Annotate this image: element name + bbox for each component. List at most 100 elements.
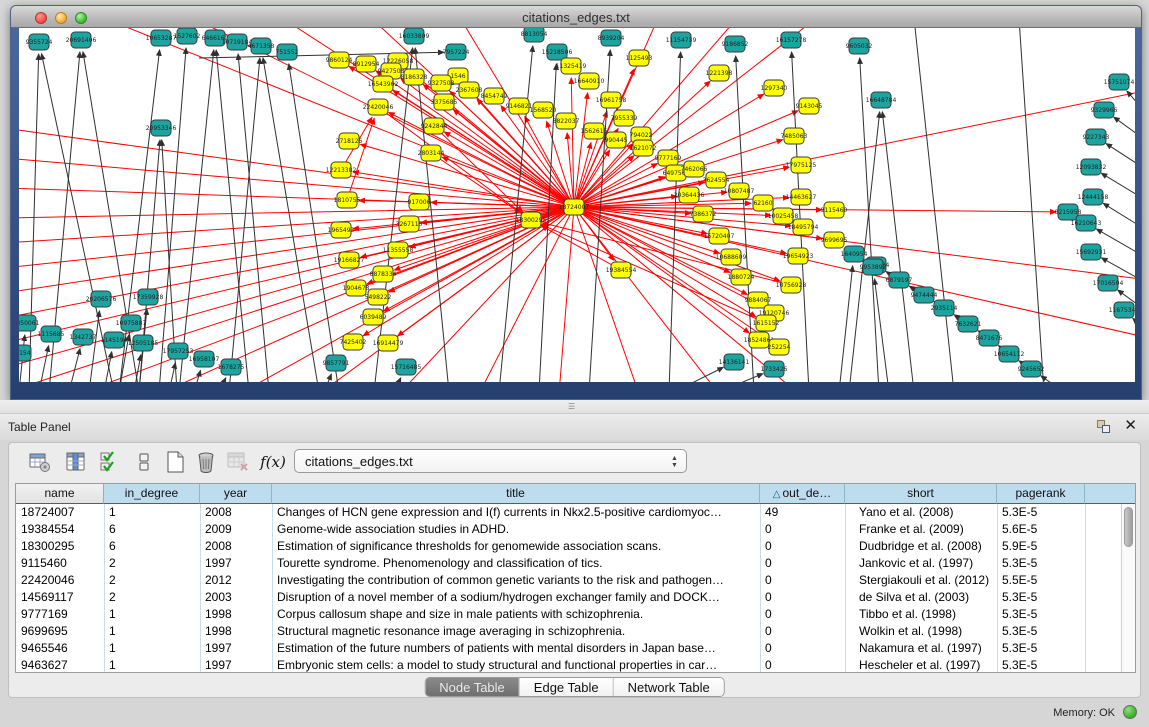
table-cell[interactable]: 0 [760,555,845,572]
column-header-title[interactable]: title [272,484,760,504]
table-cell[interactable]: Structural magnetic resonance image aver… [272,623,760,640]
table-cell[interactable]: 1 [104,657,200,673]
row-selection-button[interactable] [131,449,157,475]
table-cell[interactable]: 1998 [200,623,272,640]
table-cell[interactable]: 9777169 [16,606,104,623]
divider-grip-icon[interactable]: ☰ [568,403,578,410]
table-cell[interactable]: 5.3E-5 [997,555,1085,572]
table-cell[interactable]: 2008 [200,538,272,555]
table-cell[interactable]: Changes of HCN gene expression and I(f) … [272,504,760,521]
table-cell[interactable]: 2 [104,572,200,589]
table-cell[interactable]: 2009 [200,521,272,538]
network-canvas[interactable]: 9355724206914061065328715276026466160107… [19,28,1135,382]
table-cell[interactable]: 0 [760,657,845,673]
table-cell[interactable]: 2 [104,589,200,606]
table-cell[interactable]: 1 [104,606,200,623]
table-cell[interactable]: 5.3E-5 [997,623,1085,640]
table-cell[interactable]: Franke et al. (2009) [845,521,997,538]
table-cell[interactable]: 6 [104,538,200,555]
table-cell[interactable]: 9115460 [16,555,104,572]
table-cell[interactable]: 9465546 [16,640,104,657]
function-builder-button[interactable]: f(x) [260,449,286,475]
table-cell[interactable]: 0 [760,538,845,555]
table-cell[interactable]: 18724007 [16,504,104,521]
table-cell[interactable]: Tourette syndrome. Phenomenology and cla… [272,555,760,572]
table-cell[interactable]: 5.9E-5 [997,538,1085,555]
table-cell[interactable]: 0 [760,572,845,589]
column-header-pagerank[interactable]: pagerank [997,484,1085,504]
table-cell[interactable]: 9463627 [16,657,104,673]
table-cell[interactable]: Jankovic et al. (1997) [845,555,997,572]
table-cell[interactable]: 5.3E-5 [997,504,1085,521]
table-cell[interactable]: Hescheler et al. (1997) [845,657,997,673]
table-cell[interactable]: 2008 [200,504,272,521]
table-cell[interactable]: Tibbo et al. (1998) [845,606,997,623]
table-cell[interactable]: de Silva et al. (2003) [845,589,997,606]
table-cell[interactable]: 1997 [200,555,272,572]
attribute-table[interactable]: namein_degreeyeartitle△out_de…shortpager… [15,483,1136,673]
table-scrollbar[interactable] [1121,504,1135,672]
column-header-out_de[interactable]: △out_de… [760,484,845,504]
table-cell[interactable]: 0 [760,606,845,623]
table-cell[interactable]: 0 [760,640,845,657]
table-cell[interactable]: 1997 [200,657,272,673]
window-titlebar[interactable]: citations_edges.txt [11,6,1141,28]
table-cell[interactable]: 5.3E-5 [997,640,1085,657]
table-cell[interactable]: Investigating the contribution of common… [272,572,760,589]
table-settings-button[interactable] [27,449,53,475]
column-header-in_degree[interactable]: in_degree [104,484,200,504]
table-cell[interactable]: 1 [104,504,200,521]
table-cell[interactable]: Disruption of a novel member of a sodium… [272,589,760,606]
table-cell[interactable]: 0 [760,521,845,538]
tab-node-table[interactable]: Node Table [425,678,520,696]
table-cell[interactable]: 0 [760,623,845,640]
delete-column-button[interactable] [193,449,219,475]
new-column-button[interactable] [162,449,188,475]
table-cell[interactable]: 5.6E-5 [997,521,1085,538]
table-cell[interactable]: 49 [760,504,845,521]
close-panel-icon[interactable]: ✕ [1124,417,1137,435]
column-header-name[interactable]: name [16,484,104,504]
table-cell[interactable]: 2003 [200,589,272,606]
table-cell[interactable]: 18300295 [16,538,104,555]
table-cell[interactable]: Estimation of significance thresholds fo… [272,538,760,555]
svg-text:10756928: 10756928 [776,282,807,289]
table-cell[interactable]: Estimation of the future numbers of pati… [272,640,760,657]
table-cell[interactable]: 2012 [200,572,272,589]
scrollbar-thumb[interactable] [1124,507,1133,547]
table-cell[interactable]: Yano et al. (2008) [845,504,997,521]
table-cell[interactable]: Nakamura et al. (1997) [845,640,997,657]
table-cell[interactable]: 5.3E-5 [997,606,1085,623]
table-cell[interactable]: 19384554 [16,521,104,538]
table-cell[interactable]: 1998 [200,606,272,623]
delete-table-button[interactable] [225,449,251,475]
table-cell[interactable]: 5.5E-5 [997,572,1085,589]
table-cell[interactable]: 1 [104,623,200,640]
column-visibility-button[interactable] [63,449,89,475]
table-cell[interactable]: Embryonic stem cells: a model to study s… [272,657,760,673]
table-cell[interactable]: 6 [104,521,200,538]
table-cell[interactable]: Dudbridge et al. (2008) [845,538,997,555]
table-cell[interactable]: Stergiakouli et al. (2012) [845,572,997,589]
table-cell[interactable]: 0 [760,589,845,606]
table-cell[interactable]: 1 [104,640,200,657]
table-selector-dropdown[interactable]: citations_edges.txt ▲▼ [294,449,687,473]
column-header-short[interactable]: short [845,484,997,504]
table-cell[interactable]: 9699695 [16,623,104,640]
table-cell[interactable]: Wolkin et al. (1998) [845,623,997,640]
column-select-button[interactable] [97,449,123,475]
svg-text:7632621: 7632621 [955,321,982,328]
table-cell[interactable]: 2 [104,555,200,572]
table-cell[interactable]: 5.3E-5 [997,657,1085,673]
tab-edge-table[interactable]: Edge Table [520,678,614,696]
table-cell[interactable]: 14569117 [16,589,104,606]
table-cell[interactable]: 22420046 [16,572,104,589]
column-header-year[interactable]: year [200,484,272,504]
tab-network-table[interactable]: Network Table [614,678,724,696]
table-cell[interactable]: 1997 [200,640,272,657]
table-cell[interactable]: Corpus callosum shape and size in male p… [272,606,760,623]
panel-divider[interactable]: ☰ [0,400,1149,414]
table-cell[interactable]: Genome-wide association studies in ADHD. [272,521,760,538]
float-window-icon[interactable] [1097,420,1111,433]
table-cell[interactable]: 5.3E-5 [997,589,1085,606]
